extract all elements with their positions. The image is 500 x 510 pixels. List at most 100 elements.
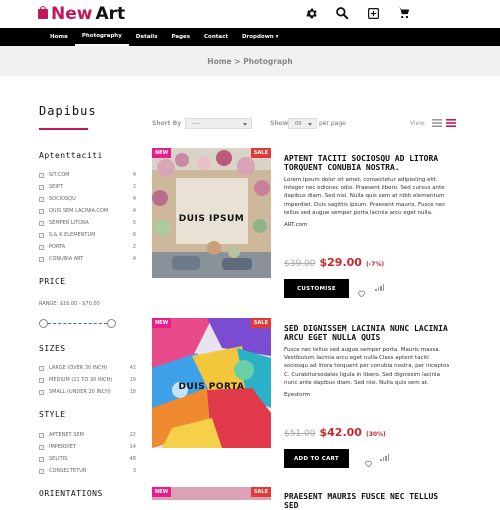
size-item[interactable]: MEDIUM (21 TO 30 INCH) 19	[39, 376, 136, 384]
orientations-heading: ORIENTATIONS	[39, 489, 103, 498]
product-image[interactable]: NEW SALE	[152, 487, 271, 500]
checkbox[interactable]	[39, 172, 44, 178]
new-price: $42.00	[319, 426, 362, 439]
nav-home[interactable]: Home	[50, 28, 75, 46]
sale-badge: SALE	[250, 318, 271, 328]
heart-icon[interactable]	[364, 453, 373, 468]
category-item[interactable]: SIT.COM 4	[39, 171, 136, 179]
shopping-bag-icon	[38, 6, 48, 19]
price-block: $51.00 $42.00 (30%)	[284, 426, 386, 439]
category-item[interactable]: SOCIOSQU 4	[39, 195, 136, 203]
nav-contact[interactable]: Contact	[197, 28, 235, 46]
nav-details[interactable]: Details	[129, 28, 165, 46]
nav-photography[interactable]: Photography	[74, 28, 129, 46]
checkbox[interactable]	[39, 256, 44, 262]
product-brand[interactable]: ART.com	[284, 222, 452, 228]
flowers-photo	[152, 148, 271, 278]
product-title[interactable]: Aptent taciti sociosqu ad litora torquen…	[284, 154, 452, 172]
title-underline	[39, 128, 88, 130]
checkbox[interactable]	[39, 184, 44, 190]
nav-pages[interactable]: Pages	[164, 28, 197, 46]
heart-icon[interactable]	[357, 283, 366, 298]
sort-select[interactable]: ----	[185, 118, 252, 129]
slider-max-handle[interactable]	[107, 319, 116, 328]
product-info: Sed dignissem lacinia nunc lacinia arcu …	[284, 318, 452, 468]
sidebar-filters: Dapibus Aptenttaciti SIT.COM 4 SEIPT 2 SOC…	[39, 104, 139, 498]
plus-square-icon[interactable]	[365, 5, 381, 21]
new-badge: NEW	[152, 318, 172, 328]
product-image[interactable]: NEW SALE DUIS IPSUM	[152, 148, 271, 278]
old-price: $39.00	[284, 259, 316, 269]
price-block: $39.00 $29.00 (-7%)	[284, 256, 384, 269]
logo[interactable]: New Art	[38, 4, 125, 24]
sale-badge: SALE	[250, 148, 271, 158]
size-item[interactable]: LARGE (OVER 30 INCH) 42	[39, 364, 136, 372]
slider-track[interactable]	[43, 323, 112, 324]
gear-icon[interactable]	[303, 5, 319, 21]
new-badge: NEW	[152, 148, 172, 158]
sizes-heading: SIZES	[39, 344, 66, 353]
category-item[interactable]: SEMPER LITORA 5	[39, 219, 136, 227]
checkbox[interactable]	[39, 468, 44, 474]
checkbox[interactable]	[39, 365, 44, 371]
checkbox[interactable]	[39, 432, 44, 438]
checkbox[interactable]	[39, 208, 44, 214]
sidebar-title: Dapibus	[39, 104, 97, 118]
style-heading: STYLE	[39, 410, 66, 419]
style-item[interactable]: SELITIS 48	[39, 455, 136, 463]
discount-label: (-7%)	[365, 261, 385, 268]
checkbox[interactable]	[39, 444, 44, 450]
checkbox[interactable]	[39, 389, 44, 395]
list-view-icon[interactable]	[432, 119, 442, 129]
add-to-cart-button[interactable]: ADD TO CART	[284, 449, 349, 468]
show-label: Show	[270, 120, 289, 127]
new-price: $29.00	[319, 256, 362, 269]
cart-icon[interactable]	[396, 5, 412, 21]
customise-button[interactable]: CUSTOMISE	[284, 279, 349, 298]
new-badge: NEW	[152, 487, 172, 497]
sale-badge: SALE	[250, 487, 271, 497]
checkbox[interactable]	[39, 244, 44, 250]
style-item[interactable]: APTENET SEM 22	[39, 431, 136, 439]
category-item[interactable]: CONUBIA ART 4	[39, 255, 136, 263]
category-item[interactable]: S.& K ELEMENTUM 6	[39, 231, 136, 239]
sort-label: Short By	[152, 120, 182, 127]
product-info: Aptent taciti sociosqu ad litora torquen…	[284, 148, 452, 298]
image-watermark: DUIS IPSUM	[178, 214, 245, 224]
product-info: Praesent mauris fusce nec tellus sed	[284, 487, 452, 510]
checkbox[interactable]	[39, 220, 44, 226]
price-heading: PRICE	[39, 277, 66, 286]
search-icon[interactable]	[334, 5, 350, 21]
product-image[interactable]: NEW SALE DUIS PORTA	[152, 318, 271, 448]
price-slider[interactable]	[39, 319, 116, 328]
slider-min-handle[interactable]	[39, 319, 48, 328]
grid-view-icon[interactable]	[446, 119, 456, 129]
checkbox[interactable]	[39, 377, 44, 383]
category-item[interactable]: SEIPT 2	[39, 183, 136, 191]
compare-icon[interactable]	[380, 454, 389, 461]
style-item[interactable]: IMPERDIET 14	[39, 443, 136, 451]
size-item[interactable]: SMALL (UNDER 20 INCH) 18	[39, 388, 136, 396]
listing-toolbar: Short By ---- Show 09 per page View:	[152, 118, 460, 130]
checkbox[interactable]	[39, 232, 44, 238]
product-description: Lorem ipsum dolor sit amet, consectetur …	[284, 177, 446, 216]
style-item[interactable]: CONSECTETUR 3	[39, 467, 136, 475]
product-title[interactable]: Sed dignissem lacinia nunc lacinia arcu …	[284, 324, 452, 342]
per-page-label: per page	[319, 120, 346, 127]
category-item[interactable]: QUIS SEM LACINIA.COM 4	[39, 207, 136, 215]
product-title[interactable]: Praesent mauris fusce nec tellus sed	[284, 492, 452, 510]
product-brand[interactable]: Eyestorm	[284, 392, 452, 398]
category-item[interactable]: PORTA 2	[39, 243, 136, 251]
show-select[interactable]: 09	[288, 118, 317, 129]
categories-heading: Aptenttaciti	[39, 151, 103, 160]
checkbox[interactable]	[39, 456, 44, 462]
checkbox[interactable]	[39, 196, 44, 202]
breadcrumb: Home > Photograph	[0, 46, 500, 76]
compare-icon[interactable]	[375, 284, 384, 291]
main-nav: Home Photography Details Pages Contact D…	[0, 28, 500, 46]
logo-art-text: Art	[95, 4, 126, 24]
site-header: New Art	[0, 0, 500, 26]
image-watermark: DUIS PORTA	[178, 382, 245, 392]
view-label: View:	[410, 120, 426, 127]
nav-dropdown[interactable]: Dropdown ▾	[235, 28, 285, 46]
